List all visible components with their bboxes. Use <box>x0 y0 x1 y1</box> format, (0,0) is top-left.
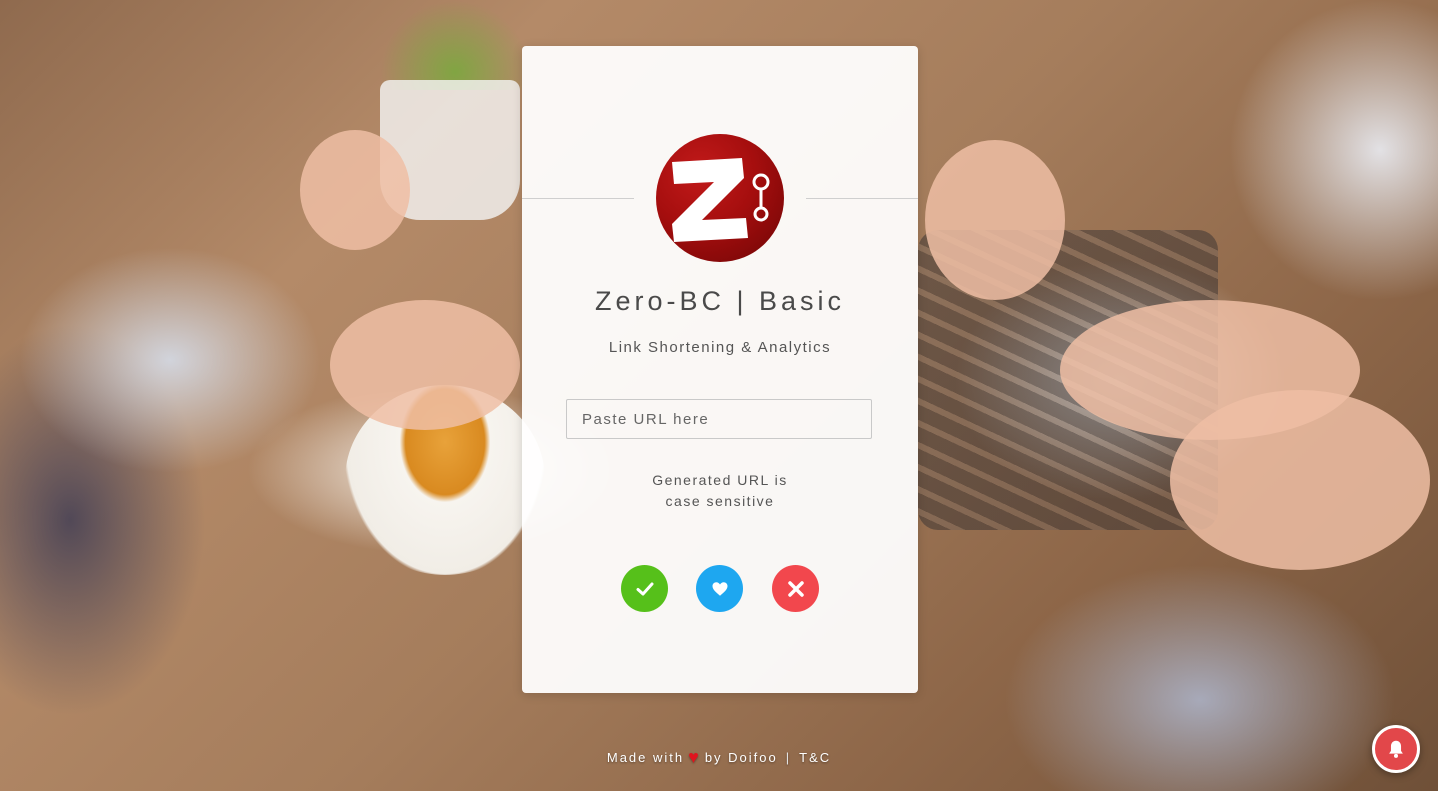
hand-decoration <box>330 300 520 430</box>
bell-icon <box>1389 740 1403 758</box>
note-line-1: Generated URL is <box>652 472 788 488</box>
divider-right <box>806 198 918 199</box>
terms-link[interactable]: T&C <box>799 750 831 765</box>
page-subtitle: Link Shortening & Analytics <box>608 339 832 356</box>
check-icon <box>636 582 653 595</box>
confirm-button[interactable] <box>621 565 668 612</box>
page-title: Zero-BC | Basic <box>594 286 846 316</box>
divider-left <box>522 198 634 199</box>
footer: Made with ♥ by Doifoo | T&C <box>0 747 1438 768</box>
heart-icon: ♥ <box>688 747 701 767</box>
heart-icon <box>712 581 727 596</box>
footer-author: by Doifoo <box>704 750 778 765</box>
logo-mark <box>672 158 770 242</box>
main-card: Zero-BC | Basic Link Shortening & Analyt… <box>522 46 918 693</box>
footer-made-with: Made with <box>606 750 685 765</box>
case-sensitive-note: Generated URL is case sensitive <box>522 470 918 512</box>
note-line-2: case sensitive <box>665 493 775 509</box>
hand-decoration <box>300 130 410 250</box>
notification-bell-button[interactable] <box>1372 725 1420 773</box>
zero-bc-logo <box>656 134 784 262</box>
hand-decoration <box>925 140 1065 300</box>
favorite-button[interactable] <box>696 565 743 612</box>
cancel-button[interactable] <box>772 565 819 612</box>
footer-separator: | <box>785 750 792 765</box>
x-icon <box>787 580 804 597</box>
url-input[interactable] <box>566 399 872 439</box>
plant-decoration <box>380 0 530 90</box>
hand-decoration <box>1170 390 1430 570</box>
